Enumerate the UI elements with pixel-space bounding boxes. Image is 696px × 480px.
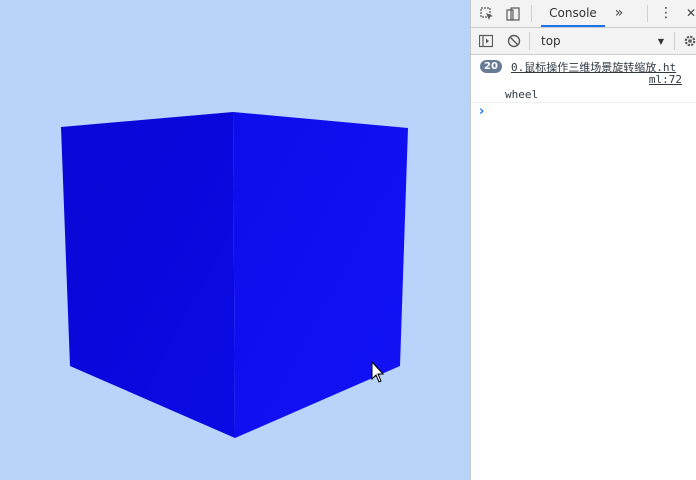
context-value: top — [541, 34, 561, 48]
devtools-tab-bar: Console » ⋮ ✕ — [471, 0, 696, 28]
device-toolbar-icon[interactable] — [505, 6, 521, 22]
console-prompt-icon: › — [479, 104, 485, 119]
show-sidebar-icon[interactable] — [478, 33, 494, 49]
repeat-count-badge: 20 — [480, 60, 502, 73]
clear-console-icon[interactable] — [506, 33, 522, 49]
cube-left-face — [61, 112, 235, 438]
devtools-panel: Console » ⋮ ✕ top ▼ 20 0.鼠标操作三维场景旋转缩放.ht… — [471, 0, 696, 480]
console-input[interactable] — [493, 104, 688, 120]
more-tabs-button[interactable]: » — [611, 5, 627, 21]
tab-console[interactable]: Console — [541, 0, 605, 27]
kebab-menu-icon[interactable]: ⋮ — [658, 5, 674, 21]
tab-console-label: Console — [549, 5, 597, 20]
context-selector[interactable]: top ▼ — [535, 30, 670, 52]
cube-right-face — [233, 112, 408, 438]
webgl-canvas[interactable] — [0, 0, 470, 480]
gear-icon[interactable] — [682, 33, 696, 49]
element-picker-icon[interactable] — [479, 6, 495, 22]
cube-scene — [61, 112, 408, 438]
chevron-down-icon: ▼ — [657, 36, 664, 46]
close-devtools-button[interactable]: ✕ — [683, 5, 696, 21]
source-line-link[interactable]: ml:72 — [649, 73, 682, 86]
log-message-text: wheel — [505, 88, 539, 101]
